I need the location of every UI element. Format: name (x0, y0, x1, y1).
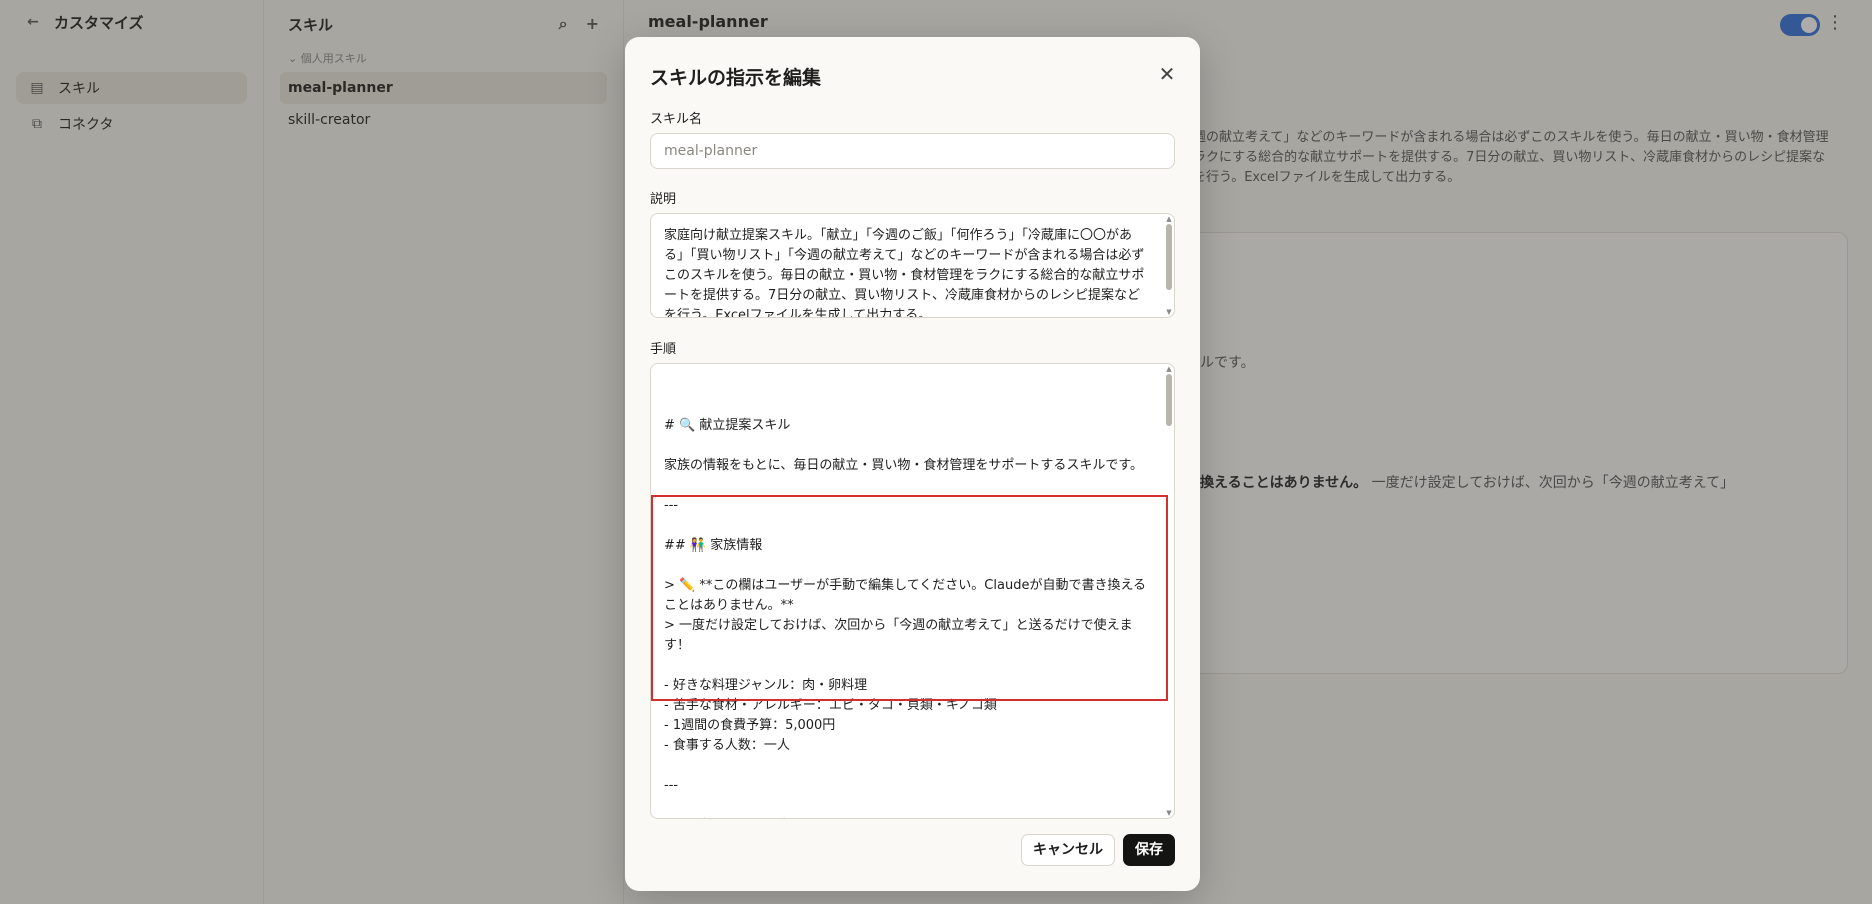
scroll-up-icon[interactable]: ▲ (1165, 215, 1173, 223)
steps-line: - 食事する人数：一人 (664, 738, 790, 753)
steps-line: --- (664, 778, 679, 793)
steps-line (664, 796, 1150, 816)
description-textarea[interactable]: 家庭向け献立提案スキル。「献立」「今週のご飯」「何作ろう」「冷蔵庫に〇〇がある」… (650, 213, 1175, 318)
steps-line: - 苦手な食材・アレルギー：エビ・タコ・貝類・キノコ類 (664, 698, 997, 713)
steps-line (664, 756, 1150, 776)
steps-line (664, 656, 1150, 676)
scroll-down-icon[interactable]: ▼ (1165, 809, 1173, 817)
save-button[interactable]: 保存 (1123, 834, 1175, 866)
close-icon[interactable]: ✕ (1158, 64, 1176, 84)
steps-line: > ✏️ **この欄はユーザーが手動で編集してください。Claudeが自動で書き… (664, 578, 1147, 613)
steps-textarea[interactable]: # 🔍 献立提案スキル家族の情報をもとに、毎日の献立・買い物・食材管理をサポート… (650, 363, 1175, 819)
cancel-button[interactable]: キャンセル (1021, 834, 1115, 866)
steps-line: - 好きな料理ジャンル：肉・卵料理 (664, 678, 868, 693)
steps-line: ## 💉 スキルの起動トリガー (664, 816, 1150, 818)
steps-line (664, 436, 1150, 456)
steps-line: # 🔍 献立提案スキル (664, 418, 791, 433)
steps-line: --- (664, 498, 679, 513)
skill-name-label: スキル名 (650, 112, 703, 127)
description-label: 説明 (650, 192, 677, 207)
skill-name-input[interactable]: meal-planner (650, 133, 1175, 169)
dialog-title: スキルの指示を編集 (650, 67, 822, 89)
steps-line: ## 👫 家族情報 (664, 538, 763, 553)
steps-line: > 一度だけ設定しておけば、次回から「今週の献立考えて」と送るだけで使えます！ (664, 618, 1133, 653)
steps-line: - 1週間の食費予算：5,000円 (664, 718, 836, 733)
steps-line (664, 556, 1150, 576)
scroll-up-icon[interactable]: ▲ (1165, 365, 1173, 373)
steps-scrollbar[interactable] (1166, 374, 1172, 426)
steps-line (664, 516, 1150, 536)
description-scrollbar[interactable] (1166, 224, 1172, 290)
steps-line: 家族の情報をもとに、毎日の献立・買い物・食材管理をサポートするスキルです。 (664, 458, 1144, 473)
description-text: 家庭向け献立提案スキル。「献立」「今週のご飯」「何作ろう」「冷蔵庫に〇〇がある」… (664, 228, 1145, 318)
steps-label: 手順 (650, 342, 677, 357)
steps-line (664, 476, 1150, 496)
steps-content: # 🔍 献立提案スキル家族の情報をもとに、毎日の献立・買い物・食材管理をサポート… (664, 416, 1150, 818)
edit-skill-dialog: スキルの指示を編集 ✕ スキル名 meal-planner 説明 家庭向け献立提… (625, 37, 1200, 891)
scroll-down-icon[interactable]: ▼ (1165, 308, 1173, 316)
